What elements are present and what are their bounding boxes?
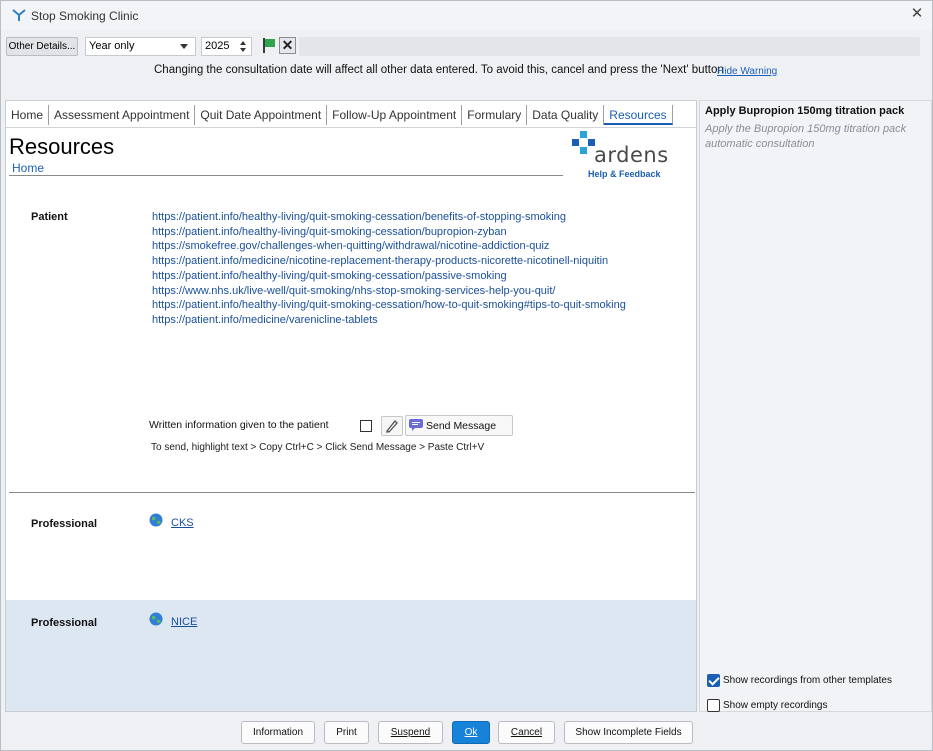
tab-data-quality[interactable]: Data Quality <box>527 105 605 125</box>
other-details-button[interactable]: Other Details... <box>6 37 78 56</box>
ardens-logo[interactable]: ardens Help & Feedback <box>572 131 668 179</box>
action-bar: Information Print Suspend Ok Cancel Show… <box>1 715 932 750</box>
nice-link[interactable]: NICE <box>171 616 197 628</box>
clinic-window: Stop Smoking Clinic ✕ Other Details... Y… <box>0 0 933 751</box>
patient-resource-link[interactable]: https://patient.info/healthy-living/quit… <box>152 269 626 284</box>
help-feedback-link[interactable]: Help & Feedback <box>588 169 661 179</box>
print-button[interactable]: Print <box>324 721 369 744</box>
stepper-down-icon[interactable] <box>240 48 246 52</box>
title-bar: Stop Smoking Clinic ✕ <box>1 1 932 30</box>
template-side-panel: Apply Bupropion 150mg titration pack App… <box>699 100 932 712</box>
show-empty-recordings-checkbox[interactable] <box>707 699 720 712</box>
show-other-templates-label: Show recordings from other templates <box>723 675 892 686</box>
tab-divider <box>6 127 696 128</box>
resources-panel: Home Assessment Appointment Quit Date Ap… <box>5 100 697 712</box>
pencil-icon <box>385 420 398 433</box>
tab-follow-up-appointment[interactable]: Follow-Up Appointment <box>327 105 463 125</box>
patient-resource-link[interactable]: https://patient.info/healthy-living/quit… <box>152 298 626 313</box>
stepper-up-icon[interactable] <box>240 41 246 45</box>
send-message-hint: To send, highlight text > Copy Ctrl+C > … <box>151 442 485 453</box>
home-link[interactable]: Home <box>12 161 44 175</box>
written-info-label: Written information given to the patient <box>149 419 329 431</box>
written-info-checkbox[interactable] <box>360 420 372 432</box>
patient-section-label: Patient <box>31 211 68 223</box>
chat-bubble-icon <box>409 419 423 431</box>
date-mode-select[interactable]: Year only <box>85 37 196 56</box>
ok-button[interactable]: Ok <box>452 721 490 744</box>
tab-resources[interactable]: Resources <box>604 105 673 125</box>
patient-resource-link[interactable]: https://patient.info/healthy-living/quit… <box>152 225 626 240</box>
warning-text: Changing the consultation date will affe… <box>154 64 724 76</box>
send-message-button[interactable]: Send Message <box>405 415 513 436</box>
patient-resource-link[interactable]: https://www.nhs.uk/live-well/quit-smokin… <box>152 284 626 299</box>
information-button[interactable]: Information <box>241 721 315 744</box>
app-logo-icon <box>12 9 26 21</box>
title-divider <box>9 175 563 176</box>
green-flag-icon[interactable] <box>261 37 277 54</box>
send-message-label: Send Message <box>426 420 497 432</box>
year-value: 2025 <box>205 40 230 52</box>
patient-links: https://patient.info/healthy-living/quit… <box>152 210 626 328</box>
date-mode-value: Year only <box>89 40 135 52</box>
professional-section-label: Professional <box>31 518 98 530</box>
hide-warning-link[interactable]: Hide Warning <box>717 66 777 77</box>
toolbar-spacer <box>299 37 920 56</box>
professional-section-label: Professional <box>31 617 98 629</box>
show-other-templates-checkbox[interactable] <box>707 674 720 687</box>
section-divider <box>9 492 695 493</box>
clear-x-icon[interactable]: ✕ <box>279 37 296 54</box>
cancel-button[interactable]: Cancel <box>498 721 555 744</box>
patient-resource-link[interactable]: https://patient.info/medicine/nicotine-r… <box>152 254 626 269</box>
date-toolbar: Other Details... Year only 2025 ✕ <box>1 34 932 58</box>
tab-bar: Home Assessment Appointment Quit Date Ap… <box>6 105 673 127</box>
close-icon[interactable]: ✕ <box>909 6 925 22</box>
show-empty-recordings-label: Show empty recordings <box>723 700 828 711</box>
patient-resource-link[interactable]: https://smokefree.gov/challenges-when-qu… <box>152 239 626 254</box>
globe-icon <box>149 612 163 626</box>
page-title: Resources <box>9 134 115 159</box>
nice-section <box>6 600 696 711</box>
tab-home[interactable]: Home <box>6 105 50 125</box>
side-panel-title: Apply Bupropion 150mg titration pack <box>705 105 905 117</box>
patient-resource-link[interactable]: https://patient.info/medicine/vareniclin… <box>152 313 626 328</box>
globe-icon <box>149 513 163 527</box>
show-incomplete-fields-button[interactable]: Show Incomplete Fields <box>564 721 693 744</box>
year-stepper[interactable]: 2025 <box>201 37 252 56</box>
suspend-button[interactable]: Suspend <box>378 721 443 744</box>
patient-resource-link[interactable]: https://patient.info/healthy-living/quit… <box>152 210 626 225</box>
cks-link[interactable]: CKS <box>171 517 194 529</box>
chevron-down-icon <box>180 44 188 49</box>
tab-assessment-appointment[interactable]: Assessment Appointment <box>49 105 196 125</box>
tab-quit-date-appointment[interactable]: Quit Date Appointment <box>195 105 328 125</box>
window-title: Stop Smoking Clinic <box>31 9 139 23</box>
logo-wordmark: ardens <box>594 143 669 167</box>
side-panel-description: Apply the Bupropion 150mg titration pack… <box>705 123 907 150</box>
tab-formulary[interactable]: Formulary <box>462 105 528 125</box>
date-warning: Changing the consultation date will affe… <box>1 62 932 84</box>
pencil-edit-button[interactable] <box>381 416 403 436</box>
